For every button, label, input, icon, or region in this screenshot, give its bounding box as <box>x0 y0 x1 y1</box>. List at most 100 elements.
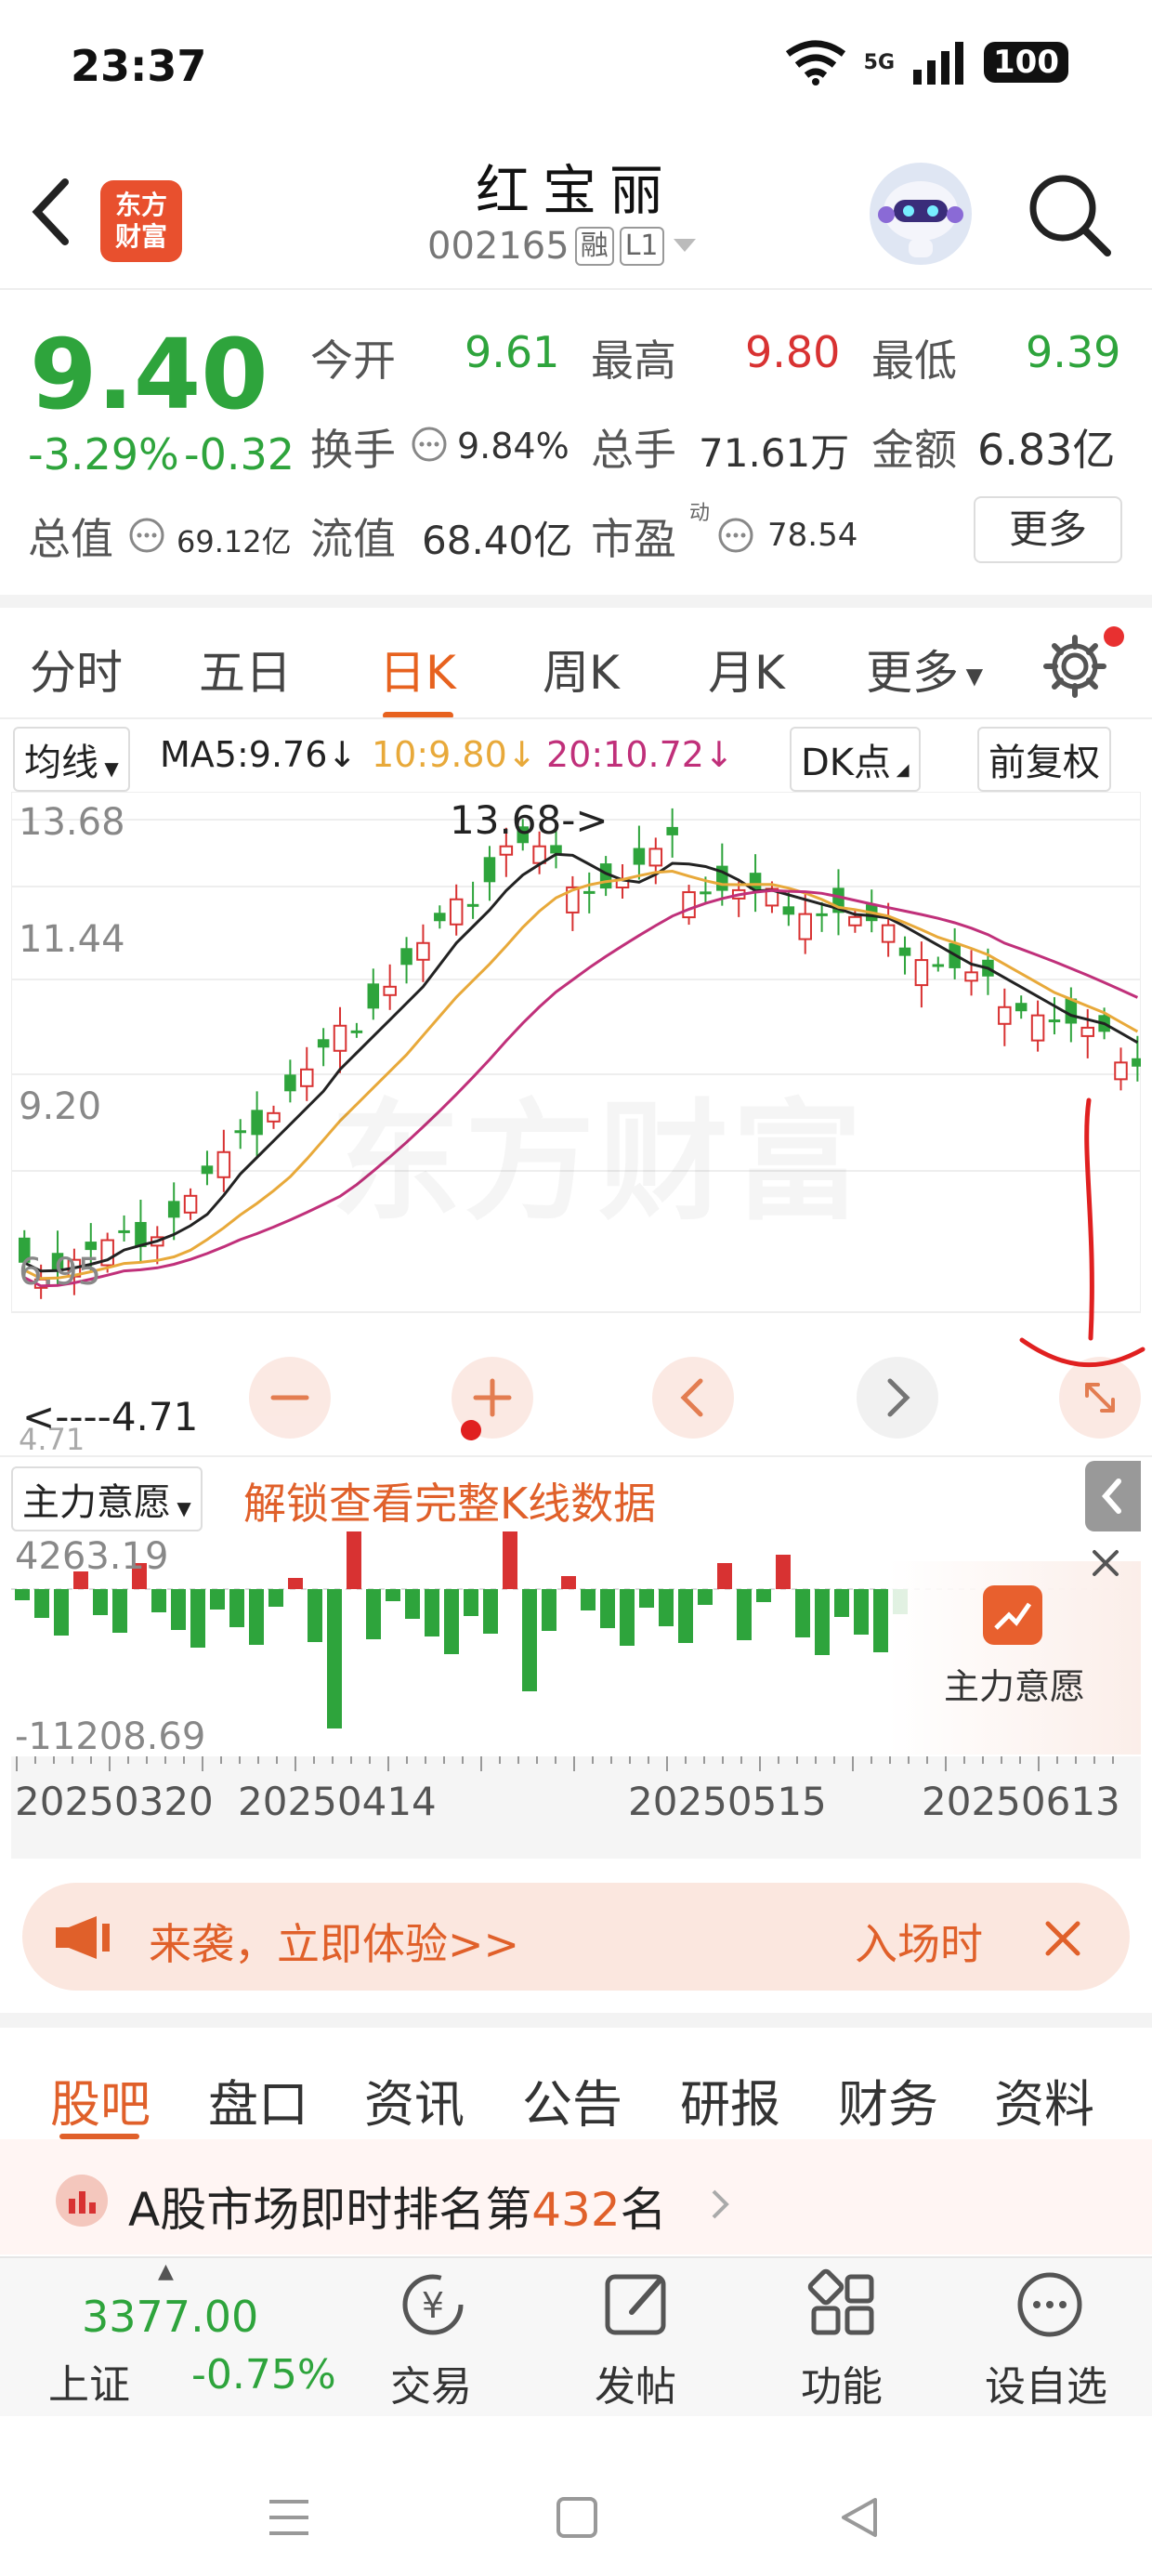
tab-daily-k[interactable]: 日K <box>379 636 456 703</box>
post-button[interactable]: 发帖 <box>595 2267 680 2416</box>
indicator-bar-mark <box>249 1589 264 1645</box>
home-icon[interactable] <box>554 2494 600 2541</box>
candle-body <box>898 947 911 956</box>
yen-exchange-icon: ¥ <box>402 2274 464 2335</box>
pe-value: 78.54 <box>767 517 858 554</box>
dk-label: DK点 <box>801 742 892 784</box>
candle-body <box>234 1130 246 1134</box>
caret-up-icon: ▲ <box>158 2260 174 2283</box>
status-icons: 5G 100 <box>784 39 1068 85</box>
tab-research[interactable]: 研报 <box>680 2063 780 2136</box>
change-amount: -0.32 <box>184 429 295 480</box>
indicator-bar-mark <box>483 1589 498 1634</box>
stock-code-row[interactable]: 002165 融 L1 <box>427 225 700 268</box>
tab-profile[interactable]: 资料 <box>994 2063 1094 2136</box>
more-dots-icon <box>1017 2272 1082 2337</box>
tab-announcements[interactable]: 公告 <box>522 2063 622 2136</box>
function-label: 功能 <box>801 2363 883 2411</box>
candle-body <box>700 891 712 895</box>
indicator-bar-mark <box>737 1589 752 1640</box>
rank-chart-icon <box>56 2175 108 2227</box>
robot-avatar-icon[interactable] <box>870 163 972 265</box>
rank-prefix: A股市场即时排名第 <box>128 2183 532 2237</box>
back-icon[interactable] <box>836 2494 883 2541</box>
tab-news[interactable]: 资讯 <box>364 2063 465 2136</box>
content-tabs: 股吧 盘口 资讯 公告 研报 财务 资料 <box>0 2013 1152 2152</box>
close-icon[interactable] <box>1087 1544 1124 1582</box>
search-icon[interactable] <box>1022 167 1115 260</box>
candle-body <box>1114 1061 1128 1081</box>
more-quote-button[interactable]: 更多 <box>974 496 1122 563</box>
candle-body <box>201 1165 214 1175</box>
indicator-bar-mark <box>717 1563 732 1589</box>
trade-button[interactable]: ¥ 交易 <box>390 2267 476 2416</box>
y-tick-1: 13.68 <box>19 801 125 844</box>
indicator-bar-mark <box>347 1531 361 1589</box>
turnover-value: 9.84% <box>457 426 569 467</box>
market-rank-row[interactable]: A股市场即时排名第432名 <box>0 2139 1152 2254</box>
candle-body <box>648 848 663 867</box>
zoom-out-button[interactable] <box>249 1357 331 1439</box>
candle-body <box>416 941 430 961</box>
candle-body <box>550 845 562 854</box>
candle-body <box>434 913 446 922</box>
gear-icon[interactable] <box>1042 634 1107 699</box>
dk-point-button[interactable]: DK点 ◢ <box>790 727 921 792</box>
scroll-right-button[interactable] <box>857 1357 938 1439</box>
scroll-left-button[interactable] <box>652 1357 734 1439</box>
indicator-bar-mark <box>444 1589 459 1654</box>
info-dots-icon[interactable] <box>717 517 754 554</box>
tab-more[interactable]: 更多 ▼ <box>866 636 983 703</box>
indicator-selector-label: 主力意愿 <box>22 1481 171 1524</box>
ma5-value: MA5:9.76↓ <box>160 734 358 775</box>
indicator-bar-mark <box>756 1589 771 1602</box>
candle-body <box>118 1229 130 1233</box>
tab-weekly-k[interactable]: 周K <box>543 636 620 703</box>
rank-text: A股市场即时排名第432名 <box>128 2173 667 2240</box>
status-time: 23:37 <box>71 41 207 91</box>
tab-monthly-k[interactable]: 月K <box>708 636 785 703</box>
date-label-3: 20250515 <box>628 1779 827 1824</box>
system-nav-bar <box>0 2416 1152 2576</box>
indicator-bar-mark <box>503 1531 517 1589</box>
close-icon[interactable] <box>1041 1916 1085 1961</box>
tab-forum[interactable]: 股吧 <box>50 2063 151 2136</box>
y-tick-4: 6.95 <box>19 1251 102 1294</box>
unlock-link[interactable]: 解锁查看完整K线数据 <box>243 1470 656 1531</box>
indicator-bar-mark <box>34 1589 49 1618</box>
indicator-bar-mark <box>834 1589 849 1617</box>
promo-banner[interactable]: 来袭，立即体验>> 入场时 <box>22 1883 1130 1991</box>
indicator-bar-mark <box>542 1589 556 1631</box>
status-bar: 23:37 5G 100 <box>0 0 1152 139</box>
rank-suffix: 名 <box>620 2183 667 2237</box>
volume-value: 71.61万 <box>699 430 850 476</box>
add-watchlist-button[interactable]: 设自选 <box>985 2267 1115 2416</box>
candle-body <box>782 906 795 915</box>
indicator-bar-mark <box>873 1589 888 1652</box>
function-button[interactable]: 功能 <box>801 2267 886 2416</box>
chevron-right-icon <box>712 2189 729 2219</box>
info-dots-icon[interactable] <box>411 426 448 463</box>
candle-body <box>483 857 496 883</box>
min-annotation: <----4.71 <box>22 1394 199 1439</box>
indicator-selector[interactable]: 主力意愿 ▼ <box>11 1466 203 1531</box>
open-value: 9.61 <box>465 327 560 377</box>
index-value[interactable]: 3377.00 <box>82 2292 258 2342</box>
info-dots-icon[interactable] <box>128 517 165 554</box>
candle-body <box>499 845 514 856</box>
main-force-promo[interactable]: 主力意愿 <box>888 1561 1141 1755</box>
candle-body <box>183 1194 198 1214</box>
collapse-tab[interactable] <box>1085 1461 1141 1531</box>
banner-text: 来袭，立即体验>> <box>149 1919 520 1969</box>
candle-body <box>1015 1003 1028 1012</box>
ma-selector[interactable]: 均线 ▼ <box>13 727 130 792</box>
candle-body <box>383 985 397 996</box>
menu-icon[interactable] <box>266 2494 312 2541</box>
index-name: 上证 <box>48 2361 130 2409</box>
tab-five-day[interactable]: 五日 <box>199 636 292 703</box>
date-label-4: 20250613 <box>922 1779 1120 1824</box>
tab-intraday[interactable]: 分时 <box>30 636 123 703</box>
tab-financials[interactable]: 财务 <box>838 2063 938 2136</box>
adjust-button[interactable]: 前复权 <box>977 727 1111 792</box>
tab-orderbook[interactable]: 盘口 <box>208 2063 308 2136</box>
